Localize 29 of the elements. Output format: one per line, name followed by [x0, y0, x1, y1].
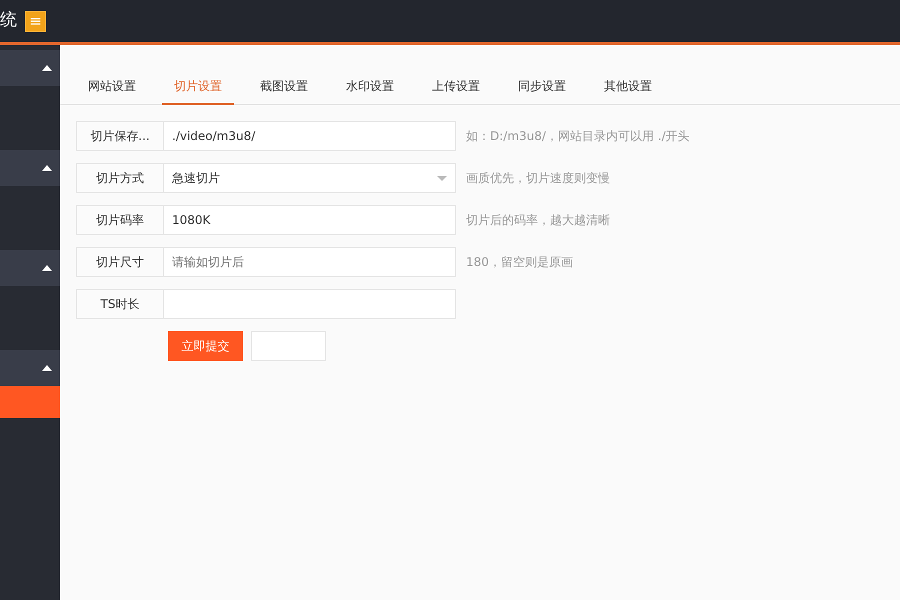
input-field[interactable]: 请输如切片后 [164, 247, 456, 277]
hint-text: 切片后的码率，越大越清晰 [466, 212, 610, 229]
input-field[interactable] [164, 289, 456, 319]
sidebar-item[interactable] [0, 386, 60, 418]
input-field[interactable]: ./video/m3u8/ [164, 121, 456, 151]
sidebar-group-header[interactable] [0, 50, 60, 86]
input-field[interactable]: 1080K [164, 205, 456, 235]
tab[interactable]: 其他设置 [592, 71, 664, 105]
field-label: 切片保存... [76, 121, 164, 151]
reset-button[interactable] [251, 331, 326, 361]
field-label: 切片方式 [76, 163, 164, 193]
tab[interactable]: 网站设置 [76, 71, 148, 105]
sidebar-group-header[interactable] [0, 150, 60, 186]
tab[interactable]: 水印设置 [334, 71, 406, 105]
dropdown-arrow-icon [437, 176, 447, 180]
field-label: 切片码率 [76, 205, 164, 235]
field-label: 切片尺寸 [76, 247, 164, 277]
hint-text: 如：D:/m3u8/，网站目录内可以用 ./开头 [466, 128, 690, 145]
select-value: 急速切片 [172, 170, 220, 187]
tab[interactable]: 同步设置 [506, 71, 578, 105]
app-title: 统 [0, 9, 17, 32]
sidebar-group-header[interactable] [0, 250, 60, 286]
field-label: TS时长 [76, 289, 164, 319]
hint-text: 画质优先，切片速度则变慢 [466, 170, 610, 187]
tab[interactable]: 上传设置 [420, 71, 492, 105]
tab[interactable]: 截图设置 [248, 71, 320, 105]
select-field[interactable]: 急速切片 [164, 163, 456, 193]
hint-text: 180，留空则是原画 [466, 254, 573, 271]
sidebar-group-header[interactable] [0, 350, 60, 386]
